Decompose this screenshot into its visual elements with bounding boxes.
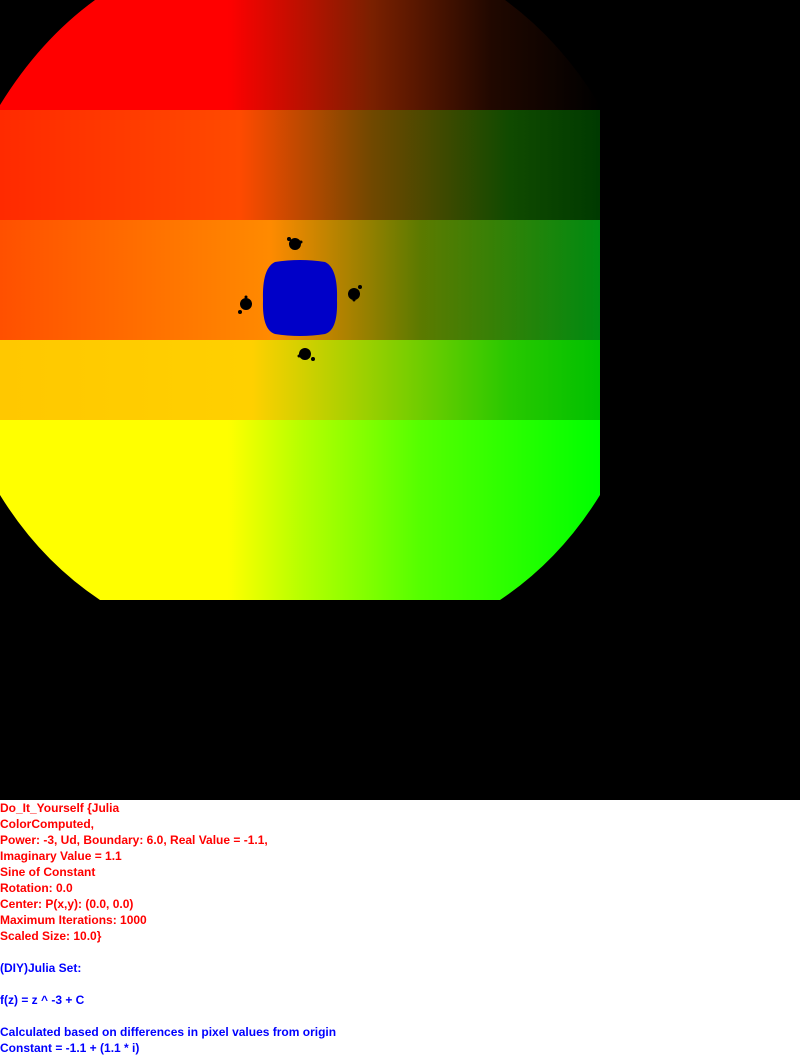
formula-text: f(z) = z ^ -3 + C — [0, 993, 85, 1007]
param-line-scale: Scaled Size: 10.0} — [0, 929, 102, 943]
colour-band-upper — [0, 110, 600, 220]
colour-band-top — [0, 0, 600, 110]
param-line-color: ColorComputed, — [0, 817, 94, 831]
param-line-rotation: Rotation: 0.0 — [0, 881, 73, 895]
set-name: (DIY)Julia Set: — [0, 961, 82, 975]
fractal-image — [0, 0, 600, 600]
param-line-iterations: Maximum Iterations: 1000 — [0, 913, 147, 927]
colour-band-bottom — [0, 420, 600, 600]
param-line-power: Power: -3, Ud, Boundary: 6.0, Real Value… — [0, 833, 268, 847]
parameter-info-panel: Do_It_Yourself {Julia ColorComputed, Pow… — [0, 800, 800, 1056]
fractal-render-area — [0, 0, 800, 800]
param-line-type: Do_It_Yourself {Julia — [0, 801, 120, 815]
julia-interior — [262, 260, 338, 336]
param-line-imaginary: Imaginary Value = 1.1 — [0, 849, 122, 863]
param-line-function: Sine of Constant — [0, 865, 96, 879]
fractal-canvas — [0, 0, 600, 600]
constant-text: Constant = -1.1 + (1.1 * i) — [0, 1041, 140, 1055]
calculation-note: Calculated based on differences in pixel… — [0, 1025, 337, 1039]
param-line-center: Center: P(x,y): (0.0, 0.0) — [0, 897, 134, 911]
